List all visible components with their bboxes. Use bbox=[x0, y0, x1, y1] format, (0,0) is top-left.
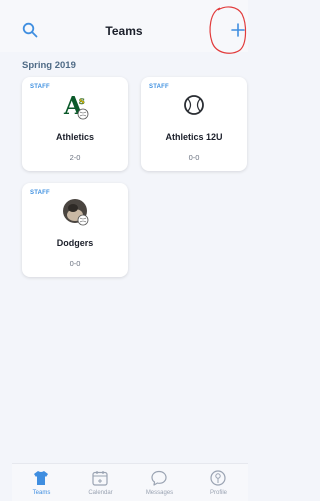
team-record: 2-0 bbox=[69, 153, 81, 162]
staff-badge: STAFF bbox=[30, 190, 50, 196]
tab-calendar[interactable]: Calendar bbox=[71, 464, 130, 501]
team-name: Dodgers bbox=[56, 238, 94, 248]
tab-label: Messages bbox=[145, 490, 174, 496]
season-label: Spring 2019 bbox=[22, 60, 76, 71]
team-name: Athletics 12U bbox=[165, 132, 223, 142]
team-name: Athletics bbox=[55, 132, 94, 142]
tab-label: Calendar bbox=[88, 490, 113, 496]
tab-messages[interactable]: Messages bbox=[130, 464, 189, 501]
team-record: 0-0 bbox=[188, 153, 200, 162]
staff-badge: STAFF bbox=[30, 84, 50, 90]
tab-teams[interactable]: Teams bbox=[12, 464, 71, 501]
team-photo-avatar bbox=[63, 199, 89, 226]
jersey-icon bbox=[34, 471, 48, 485]
team-card-athletics-12u[interactable]: STAFF Athletics 12U 0-0 bbox=[141, 77, 247, 171]
staff-badge: STAFF bbox=[149, 84, 169, 90]
team-record: 0-0 bbox=[69, 259, 81, 268]
tab-profile[interactable]: Profile bbox=[189, 464, 248, 501]
team-card-dodgers[interactable]: STAFF Dodgers 0-0 bbox=[22, 183, 128, 277]
calendar-icon bbox=[92, 471, 108, 486]
athletics-logo-icon: A s bbox=[63, 91, 89, 120]
tab-label: Profile bbox=[209, 490, 227, 496]
baseball-icon bbox=[184, 95, 204, 115]
svg-text:s: s bbox=[79, 96, 85, 107]
tab-label: Teams bbox=[32, 490, 51, 496]
red-circle-annotation bbox=[209, 6, 247, 54]
bottom-tab-bar: Teams Calendar Messages Profile bbox=[12, 463, 248, 501]
team-card-athletics[interactable]: STAFF A s Athletics 2-0 bbox=[22, 77, 128, 171]
chat-bubble-icon bbox=[151, 470, 167, 486]
top-nav-bar: Teams bbox=[0, 0, 248, 54]
profile-icon bbox=[210, 470, 226, 486]
